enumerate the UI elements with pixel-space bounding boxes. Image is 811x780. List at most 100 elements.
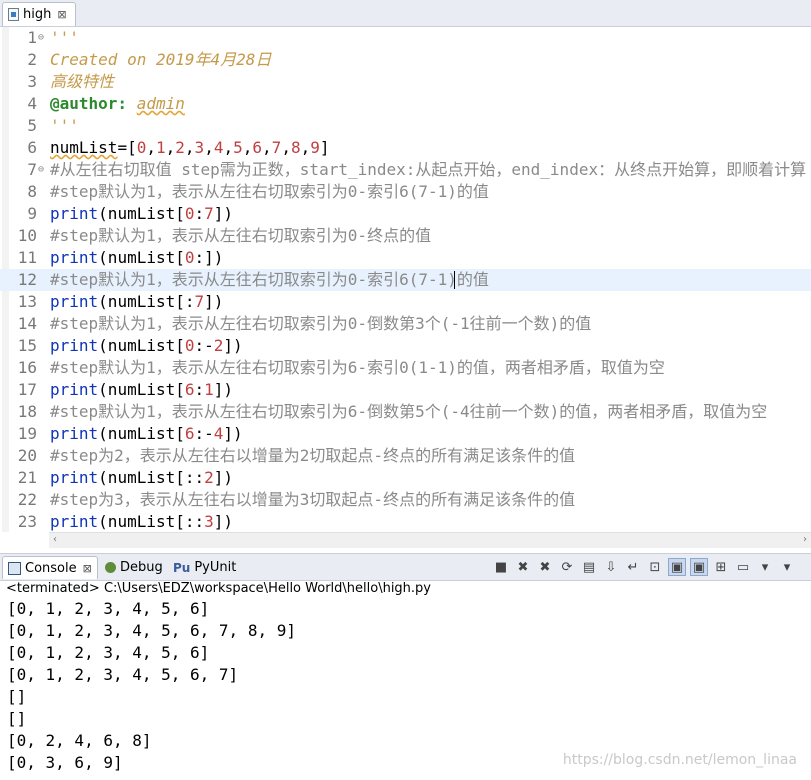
code-line[interactable]: 19 print(numList[6:-4]) [0, 423, 811, 445]
code-line[interactable]: 15 print(numList[0:-2]) [0, 335, 811, 357]
code-token: print [50, 336, 99, 355]
watermark: https://blog.csdn.net/lemon_linaa [562, 752, 797, 768]
code-editor[interactable]: 1 ⊖ ''' 2 Created on 2019年4月28日 3 高级特性 4 @author… [0, 27, 811, 532]
code-line[interactable]: 18 #step默认为1，表示从左往右切取索引为6-倒数第5个(-4往前一个数)的… [0, 401, 811, 423]
code-token: admin [136, 94, 185, 113]
console-status: <terminated> C:\Users\EDZ\workspace\Hell… [6, 581, 431, 596]
code-line[interactable]: 14 #step默认为1，表示从左往右切取索引为0-倒数第3个(-1往前一个数)的… [0, 313, 811, 335]
scroll-right-icon[interactable]: › [803, 534, 807, 545]
code-token: #step默认为1，表示从左往右切取索引为0-倒数第3个(-1往前一个数)的值 [50, 314, 592, 333]
code-token: ] [319, 138, 330, 157]
code-token: print [50, 248, 99, 267]
view-menu-icon[interactable]: ▾ [778, 558, 796, 576]
tab-debug[interactable]: Debug [100, 556, 164, 578]
clear-console-icon[interactable]: ▤ [580, 558, 598, 576]
code-line[interactable]: 17 print(numList[6:1]) [0, 379, 811, 401]
code-token: #step默认为1，表示从左往右切取索引为0-索引6(7-1)的值 [50, 182, 489, 201]
console-tabbar: Console ⊠ Debug Pu PyUnit ■ ✖ ✖ ⟳ ▤ ⇩ ↵ ⊡ ▣ ▣ ⊞ ▭ ▾ ▾ [0, 553, 811, 581]
code-token: (numList[:: [98, 512, 205, 531]
code-token: 5 [233, 138, 243, 157]
code-token: 高级特性 [50, 72, 115, 91]
code-line[interactable]: 2 Created on 2019年4月28日 [0, 49, 811, 71]
code-text: print(numList[0:7]) [50, 203, 233, 225]
tab-console-label: Console [25, 560, 77, 576]
editor-tab-high[interactable]: high ⊠ [2, 2, 76, 26]
tab-pyunit[interactable]: Pu PyUnit [168, 556, 236, 578]
console-icon [8, 561, 21, 575]
code-line[interactable]: 3 高级特性 [0, 71, 811, 93]
code-line[interactable]: 1 ⊖ ''' [0, 27, 811, 49]
close-icon[interactable]: ⊠ [83, 562, 92, 575]
code-line[interactable]: 6 numList=[0,1,2,3,4,5,6,7,8,9] [0, 137, 811, 159]
code-line[interactable]: 8 #step默认为1，表示从左往右切取索引为0-索引6(7-1)的值 [0, 181, 811, 203]
fold-toggle-icon[interactable]: ⊖ [38, 159, 48, 181]
code-token: 3 [204, 512, 214, 531]
new-console-icon[interactable]: ⊞ [712, 558, 730, 576]
tab-debug-label: Debug [120, 559, 163, 575]
show-on-stdout-icon[interactable]: ▣ [668, 558, 686, 576]
code-line[interactable]: 16 #step默认为1，表示从左往右切取索引为6-索引0(1-1)的值，两者相矛… [0, 357, 811, 379]
display-console-dropdown-icon[interactable]: ▾ [756, 558, 774, 576]
scroll-lock-icon[interactable]: ⇩ [602, 558, 620, 576]
code-token: ''' [50, 116, 79, 135]
code-line[interactable]: 23 print(numList[::3]) [0, 511, 811, 533]
code-token: , [204, 138, 214, 157]
code-text: print(numList[::3]) [50, 511, 233, 533]
code-line[interactable]: 11 print(numList[0:]) [0, 247, 811, 269]
code-text: print(numList[0:]) [50, 247, 223, 269]
code-token: 7 [194, 292, 205, 311]
tab-pyunit-label: PyUnit [194, 559, 237, 575]
code-token: #step默认为1，表示从左往右切取索引为6-倒数第5个(-4往前一个数)的值，… [50, 402, 768, 421]
tab-console[interactable]: Console ⊠ [2, 556, 98, 579]
remove-launch-icon[interactable]: ✖ [514, 558, 532, 576]
code-text: Created on 2019年4月28日 [50, 49, 271, 71]
code-text: #step为3，表示从左往右以增量为3切取起点-终点的所有满足该条件的值 [50, 489, 575, 511]
line-number: 23 [17, 512, 37, 531]
code-token: ]) [213, 512, 234, 531]
line-number: 18 [17, 402, 37, 421]
fold-toggle-icon[interactable]: ⊖ [38, 27, 48, 49]
pin-console-icon[interactable]: ⊡ [646, 558, 664, 576]
line-number: 20 [17, 446, 37, 465]
code-token: ]) [213, 380, 234, 399]
code-line[interactable]: 13 print(numList[:7]) [0, 291, 811, 313]
word-wrap-icon[interactable]: ↵ [624, 558, 642, 576]
code-line[interactable]: 20 #step为2，表示从左往右以增量为2切取起点-终点的所有满足该条件的值 [0, 445, 811, 467]
code-line[interactable]: 21 print(numList[::2]) [0, 467, 811, 489]
text-caret [454, 271, 455, 289]
code-token: , [242, 138, 253, 157]
code-token: :- [194, 336, 214, 355]
scroll-left-icon[interactable]: ‹ [53, 534, 57, 545]
line-number: 4 [27, 94, 37, 113]
code-line[interactable]: 9 print(numList[0:7]) [0, 203, 811, 225]
code-line[interactable]: 22 #step为3，表示从左往右以增量为3切取起点-终点的所有满足该条件的值 [0, 489, 811, 511]
code-text: print(numList[:7]) [50, 291, 223, 313]
code-text: #step默认为1，表示从左往右切取索引为6-倒数第5个(-4往前一个数)的值，… [50, 401, 767, 423]
code-line[interactable]: 10 #step默认为1，表示从左往右切取索引为0-终点的值 [0, 225, 811, 247]
code-line[interactable]: 7 ⊖ #从左往右切取值 step需为正数，start_index:从起点开始，en… [0, 159, 811, 181]
line-number: 12 [17, 270, 37, 289]
code-line[interactable]: 4 @author: admin [0, 93, 811, 115]
stop-icon[interactable]: ■ [492, 558, 510, 576]
editor-horizontal-scrollbar[interactable]: ‹ › [49, 532, 811, 548]
close-icon[interactable]: ⊠ [57, 8, 66, 21]
line-number: 13 [17, 292, 37, 311]
code-line[interactable]: 5 ''' [0, 115, 811, 137]
code-token: 8 [290, 138, 301, 157]
remove-all-icon[interactable]: ✖ [536, 558, 554, 576]
code-token: ''' [50, 28, 79, 47]
code-token: ]) [213, 468, 234, 487]
line-number: 14 [17, 314, 37, 333]
code-token: 0 [136, 138, 147, 157]
code-line[interactable]: 12 #step默认为1，表示从左往右切取索引为0-索引6(7-1)的值 [0, 269, 811, 291]
console-output-line: [0, 1, 2, 3, 4, 5, 6] [7, 643, 210, 662]
code-token: #step为3，表示从左往右以增量为3切取起点-终点的所有满足该条件的值 [50, 490, 576, 509]
display-console-icon[interactable]: ▭ [734, 558, 752, 576]
line-number: 7 [27, 160, 37, 179]
code-token: , [184, 138, 195, 157]
show-on-stderr-icon[interactable]: ▣ [690, 558, 708, 576]
code-text: ''' [50, 27, 79, 49]
relaunch-icon[interactable]: ⟳ [558, 558, 576, 576]
code-text: #step默认为1，表示从左往右切取索引为0-倒数第3个(-1往前一个数)的值 [50, 313, 591, 335]
console-output-line: [] [7, 687, 27, 706]
